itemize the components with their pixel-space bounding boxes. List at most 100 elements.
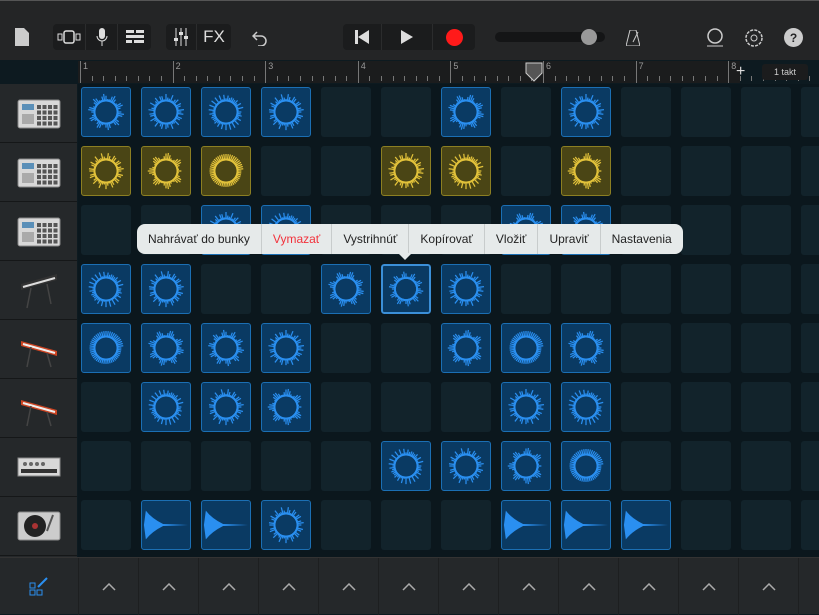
column-trigger-button[interactable] bbox=[618, 558, 678, 615]
loop-cell[interactable] bbox=[201, 323, 251, 373]
loop-cell[interactable] bbox=[501, 323, 551, 373]
empty-cell[interactable] bbox=[621, 264, 671, 314]
empty-cell[interactable] bbox=[741, 382, 791, 432]
column-trigger-button[interactable] bbox=[138, 558, 198, 615]
column-trigger-button[interactable] bbox=[558, 558, 618, 615]
section-length-button[interactable]: 1 takt bbox=[762, 64, 808, 80]
menu-item[interactable]: Nahrávať do bunky bbox=[137, 224, 262, 254]
empty-cell[interactable] bbox=[621, 382, 671, 432]
empty-cell[interactable] bbox=[381, 323, 431, 373]
empty-cell[interactable] bbox=[321, 323, 371, 373]
tracks-view-icon[interactable] bbox=[118, 24, 151, 50]
loop-cell[interactable] bbox=[501, 500, 551, 550]
empty-cell[interactable] bbox=[621, 441, 671, 491]
empty-cell[interactable] bbox=[441, 382, 491, 432]
empty-cell[interactable] bbox=[321, 382, 371, 432]
empty-cell[interactable] bbox=[321, 500, 371, 550]
empty-cell[interactable] bbox=[381, 500, 431, 550]
loop-cell[interactable] bbox=[561, 146, 611, 196]
empty-cell[interactable] bbox=[321, 441, 371, 491]
loop-cell[interactable] bbox=[381, 441, 431, 491]
loop-cell[interactable] bbox=[141, 382, 191, 432]
loop-cell[interactable] bbox=[201, 87, 251, 137]
column-trigger-button[interactable] bbox=[498, 558, 558, 615]
column-trigger-button[interactable] bbox=[378, 558, 438, 615]
loop-cell[interactable] bbox=[261, 382, 311, 432]
track-red-keyboard[interactable] bbox=[0, 379, 77, 438]
empty-cell[interactable] bbox=[321, 87, 371, 137]
loop-cell[interactable] bbox=[141, 500, 191, 550]
settings-gear-icon[interactable] bbox=[743, 27, 765, 49]
empty-cell[interactable] bbox=[741, 323, 791, 373]
empty-cell[interactable] bbox=[441, 500, 491, 550]
record-icon[interactable] bbox=[433, 24, 475, 50]
loop-cell[interactable] bbox=[561, 323, 611, 373]
empty-cell[interactable] bbox=[681, 205, 731, 255]
empty-cell[interactable] bbox=[381, 382, 431, 432]
loop-cell[interactable] bbox=[561, 87, 611, 137]
loop-cell[interactable] bbox=[441, 264, 491, 314]
add-column-button[interactable]: + bbox=[736, 63, 745, 81]
empty-cell[interactable] bbox=[81, 382, 131, 432]
volume-knob[interactable] bbox=[580, 29, 597, 45]
loop-browser-icon[interactable] bbox=[704, 27, 726, 49]
loop-cell[interactable] bbox=[441, 146, 491, 196]
menu-item[interactable]: Upraviť bbox=[538, 224, 601, 254]
undo-icon[interactable] bbox=[250, 28, 270, 48]
empty-cell[interactable] bbox=[501, 146, 551, 196]
loop-cell[interactable] bbox=[561, 441, 611, 491]
fx-button[interactable]: FX bbox=[197, 24, 231, 50]
empty-cell[interactable] bbox=[741, 441, 791, 491]
column-trigger-button[interactable] bbox=[318, 558, 378, 615]
loop-cell[interactable] bbox=[261, 500, 311, 550]
column-trigger-button[interactable] bbox=[78, 558, 138, 615]
empty-cell[interactable] bbox=[681, 146, 731, 196]
loop-cell[interactable] bbox=[501, 382, 551, 432]
column-trigger-button[interactable] bbox=[258, 558, 318, 615]
menu-item[interactable]: Vymazať bbox=[262, 224, 333, 254]
track-keyboard[interactable] bbox=[0, 261, 77, 320]
loop-cell[interactable] bbox=[561, 382, 611, 432]
column-trigger-button[interactable] bbox=[438, 558, 498, 615]
loop-cell[interactable] bbox=[141, 264, 191, 314]
loop-cell[interactable] bbox=[261, 87, 311, 137]
loop-cell[interactable] bbox=[141, 87, 191, 137]
empty-cell[interactable] bbox=[381, 87, 431, 137]
empty-cell[interactable] bbox=[801, 205, 819, 255]
empty-cell[interactable] bbox=[561, 264, 611, 314]
menu-item[interactable]: Vystrihnúť bbox=[332, 224, 410, 254]
empty-cell[interactable] bbox=[681, 500, 731, 550]
loop-cell[interactable] bbox=[141, 323, 191, 373]
mixer-icon[interactable] bbox=[166, 24, 197, 50]
empty-cell[interactable] bbox=[261, 441, 311, 491]
help-icon[interactable]: ? bbox=[784, 28, 803, 47]
track-drum-machine[interactable] bbox=[0, 84, 77, 143]
empty-cell[interactable] bbox=[141, 441, 191, 491]
empty-cell[interactable] bbox=[621, 146, 671, 196]
loop-cell[interactable] bbox=[621, 500, 671, 550]
empty-cell[interactable] bbox=[321, 146, 371, 196]
track-turntable[interactable] bbox=[0, 497, 77, 556]
empty-cell[interactable] bbox=[681, 87, 731, 137]
empty-cell[interactable] bbox=[201, 441, 251, 491]
microphone-icon[interactable] bbox=[86, 24, 118, 50]
my-songs-icon[interactable] bbox=[14, 27, 30, 47]
loop-cell[interactable] bbox=[81, 264, 131, 314]
track-bass-synth[interactable] bbox=[0, 438, 77, 497]
column-trigger-button[interactable] bbox=[678, 558, 738, 615]
track-red-keyboard[interactable] bbox=[0, 320, 77, 379]
loop-cell[interactable] bbox=[321, 264, 371, 314]
loop-cell[interactable] bbox=[501, 441, 551, 491]
loop-cell[interactable] bbox=[81, 146, 131, 196]
empty-cell[interactable] bbox=[81, 441, 131, 491]
loop-cell[interactable] bbox=[201, 382, 251, 432]
menu-item[interactable]: Nastavenia bbox=[601, 224, 683, 254]
empty-cell[interactable] bbox=[741, 500, 791, 550]
loop-cell[interactable] bbox=[261, 323, 311, 373]
empty-cell[interactable] bbox=[801, 146, 819, 196]
loop-cell[interactable] bbox=[441, 87, 491, 137]
metronome-icon[interactable] bbox=[624, 28, 642, 48]
empty-cell[interactable] bbox=[741, 205, 791, 255]
track-drum-machine[interactable] bbox=[0, 202, 77, 261]
empty-cell[interactable] bbox=[261, 264, 311, 314]
